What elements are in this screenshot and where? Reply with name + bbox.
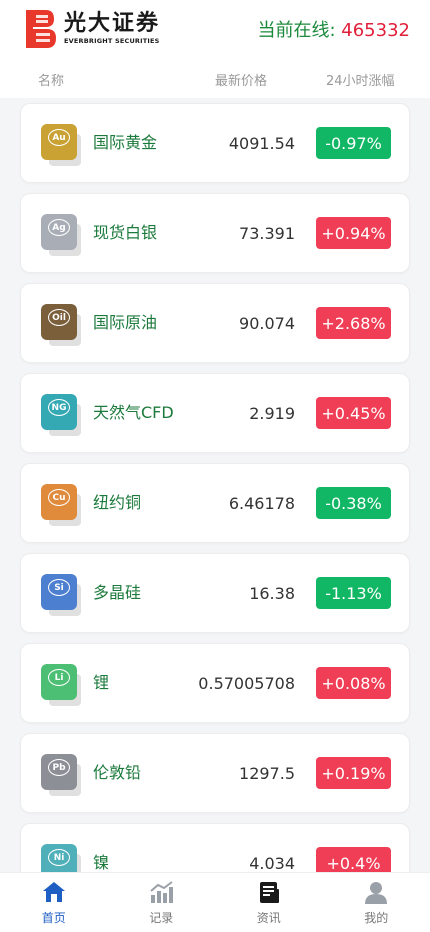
asset-name: 锂 <box>93 673 110 692</box>
market-row[interactable]: NG 天然气CFD 2.919 +0.45% <box>20 373 410 453</box>
change-badge: -0.38% <box>316 487 391 519</box>
asset-symbol: Pb <box>48 759 70 776</box>
asset-name: 多晶硅 <box>93 583 142 602</box>
asset-name: 现货白银 <box>93 223 158 242</box>
asset-symbol: Li <box>48 669 70 686</box>
asset-price: 4.034 <box>249 854 295 873</box>
market-row[interactable]: Pb 伦敦铅 1297.5 +0.19% <box>20 733 410 813</box>
change-badge: +0.19% <box>316 757 391 789</box>
news-icon <box>259 882 279 903</box>
asset-price: 2.919 <box>249 404 295 423</box>
asset-symbol: Au <box>48 129 70 146</box>
asset-symbol: Oil <box>48 309 70 326</box>
asset-price: 16.38 <box>249 584 295 603</box>
market-row[interactable]: Li 锂 0.57005708 +0.08% <box>20 643 410 723</box>
asset-name: 纽约铜 <box>93 493 142 512</box>
silver-icon: Ag <box>41 214 81 256</box>
chart-icon <box>150 881 174 903</box>
asset-symbol: Cu <box>48 489 70 506</box>
market-row[interactable]: Si 多晶硅 16.38 -1.13% <box>20 553 410 633</box>
asset-symbol: NG <box>48 399 70 416</box>
brand-name-cn: 光大证券 <box>64 11 161 37</box>
asset-name: 镍 <box>93 853 110 872</box>
online-label: 当前在线: <box>257 20 336 41</box>
column-change: 24小时涨幅 <box>326 74 395 89</box>
asset-price: 0.57005708 <box>198 674 295 693</box>
change-badge: -0.97% <box>316 127 391 159</box>
tab-news[interactable]: 资讯 <box>215 873 323 932</box>
column-name: 名称 <box>38 74 65 89</box>
copper-icon: Cu <box>41 484 81 526</box>
market-row[interactable]: Cu 纽约铜 6.46178 -0.38% <box>20 463 410 543</box>
asset-price: 4091.54 <box>228 134 295 153</box>
change-badge: +0.08% <box>316 667 391 699</box>
asset-symbol: Ag <box>48 219 70 236</box>
asset-price: 73.391 <box>239 224 295 243</box>
silicon-icon: Si <box>41 574 81 616</box>
market-list: Au 国际黄金 4091.54 -0.97% Ag 现货白银 73.391 +0.94% Oil… <box>20 103 410 913</box>
asset-name: 国际黄金 <box>93 133 158 152</box>
asset-symbol: Si <box>48 579 70 596</box>
asset-price: 6.46178 <box>228 494 295 513</box>
tab-label-news: 资讯 <box>256 911 281 925</box>
everbright-logo-icon <box>26 10 56 48</box>
tab-home[interactable]: 首页 <box>0 873 108 932</box>
market-row[interactable]: Oil 国际原油 90.074 +2.68% <box>20 283 410 363</box>
change-badge: +2.68% <box>316 307 391 339</box>
home-icon <box>42 882 65 902</box>
lead-icon: Pb <box>41 754 81 796</box>
column-headers: 名称 最新价格 24小时涨幅 <box>0 58 430 98</box>
market-row[interactable]: Ag 现货白银 73.391 +0.94% <box>20 193 410 273</box>
tab-label-home: 首页 <box>41 911 66 925</box>
asset-name: 天然气CFD <box>93 403 174 422</box>
change-badge: -1.13% <box>316 577 391 609</box>
change-badge: +0.45% <box>316 397 391 429</box>
asset-price: 90.074 <box>239 314 295 333</box>
asset-name: 国际原油 <box>93 313 158 332</box>
gold-icon: Au <box>41 124 81 166</box>
natural-gas-icon: NG <box>41 394 81 436</box>
asset-name: 伦敦铅 <box>93 763 142 782</box>
online-number: 465332 <box>341 20 410 41</box>
crude-oil-icon: Oil <box>41 304 81 346</box>
tab-label-profile: 我的 <box>364 911 389 925</box>
header: 光大证券 EVERBRIGHT SECURITIES 当前在线: 465332 <box>0 0 430 58</box>
user-icon <box>365 882 388 904</box>
change-badge: +0.94% <box>316 217 391 249</box>
column-price: 最新价格 <box>215 74 268 89</box>
bottom-tab-bar: 首页 记录 资讯 我的 <box>0 872 430 932</box>
asset-price: 1297.5 <box>239 764 295 783</box>
tab-label-records: 记录 <box>149 911 174 925</box>
brand-name-en: EVERBRIGHT SECURITIES <box>64 37 160 46</box>
tab-records[interactable]: 记录 <box>108 873 216 932</box>
asset-symbol: Ni <box>48 849 70 866</box>
lithium-icon: Li <box>41 664 81 706</box>
market-row[interactable]: Au 国际黄金 4091.54 -0.97% <box>20 103 410 183</box>
brand-logo: 光大证券 EVERBRIGHT SECURITIES <box>26 10 160 48</box>
tab-profile[interactable]: 我的 <box>323 873 430 932</box>
online-count: 当前在线: 465332 <box>257 16 410 42</box>
